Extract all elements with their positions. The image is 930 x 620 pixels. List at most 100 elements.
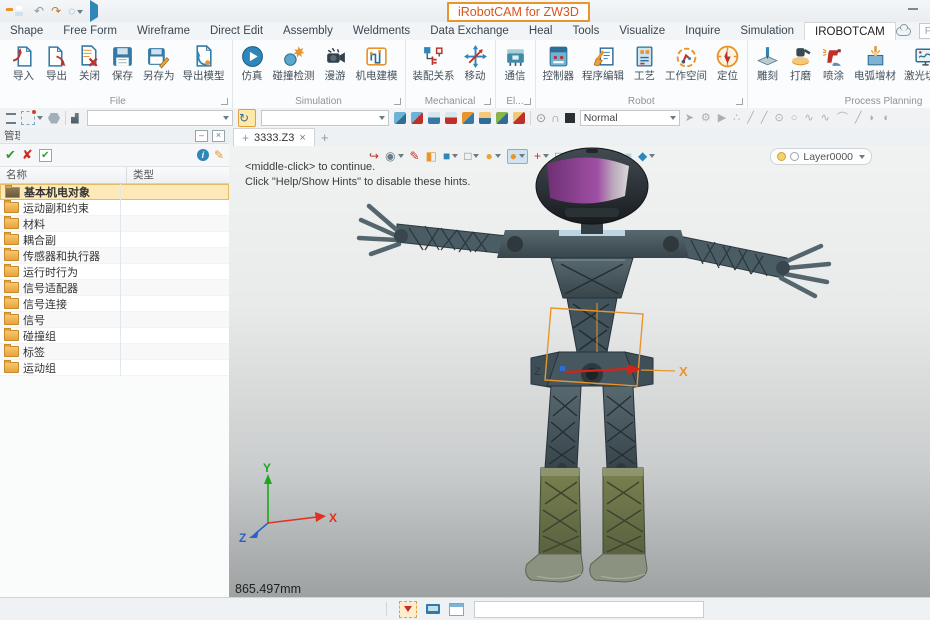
collision-check-button[interactable]: 碰撞检测	[269, 42, 319, 84]
play-tool-icon[interactable]: ▶	[718, 113, 726, 124]
dialog-launcher-icon[interactable]	[484, 98, 491, 105]
gear-tool-icon[interactable]: ⚙	[701, 113, 711, 124]
tree-row[interactable]: 基本机电对象	[0, 184, 229, 200]
save-button[interactable]: 保存	[106, 42, 139, 84]
export-button[interactable]: 导出	[40, 42, 73, 84]
search-input[interactable]	[919, 23, 930, 39]
tree-row[interactable]: 标签	[0, 344, 229, 360]
positioning-button[interactable]: 定位	[711, 42, 744, 84]
panel-close-icon[interactable]: ×	[212, 130, 225, 142]
selection-filter-icon[interactable]: ◌	[68, 4, 83, 18]
menu-tab[interactable]: Data Exchange	[420, 22, 519, 40]
minimize-button[interactable]	[908, 8, 918, 10]
polyline-icon[interactable]: ╱	[761, 113, 768, 124]
tree-row[interactable]: 传感器和执行器	[0, 248, 229, 264]
menu-tab[interactable]: Free Form	[53, 22, 127, 40]
auto-regen-icon[interactable]: ↻	[238, 109, 256, 127]
scope-combobox[interactable]	[261, 110, 389, 126]
circle-center-icon[interactable]: ⊙	[775, 113, 784, 124]
redo-icon[interactable]: ↷	[51, 5, 61, 17]
checkbox-apply-icon[interactable]: ✔	[39, 149, 52, 162]
menu-tab[interactable]: Simulation	[730, 22, 804, 40]
pick-filter-icon[interactable]	[21, 111, 43, 125]
status-input[interactable]	[474, 601, 704, 618]
tree-row[interactable]: 运动副和约束	[0, 200, 229, 216]
tree-row[interactable]: 碰撞组	[0, 328, 229, 344]
dialog-launcher-icon[interactable]	[736, 98, 743, 105]
menu-tab[interactable]: Tools	[562, 22, 609, 40]
new-tab-button[interactable]: +	[321, 130, 329, 146]
tree-row[interactable]: 信号	[0, 312, 229, 328]
filter-toggle-icon[interactable]	[399, 601, 417, 618]
menu-tab[interactable]: Heal	[519, 22, 563, 40]
tree-row[interactable]: 信号连接	[0, 296, 229, 312]
column-header-type[interactable]: 类型	[127, 167, 229, 183]
points-icon[interactable]: ∴	[733, 113, 740, 124]
dialog-launcher-icon[interactable]	[221, 98, 228, 105]
spline-icon[interactable]: ∿	[804, 113, 813, 124]
display-icon[interactable]	[426, 604, 440, 614]
confirm-icon[interactable]: ✔	[5, 147, 16, 163]
curve-icon[interactable]: ∩	[551, 112, 560, 124]
dialog-launcher-icon[interactable]	[524, 98, 531, 105]
tree-row[interactable]: 耦合副	[0, 232, 229, 248]
clipboard-icon[interactable]	[394, 112, 406, 124]
menu-tab[interactable]: Shape	[0, 22, 53, 40]
table-tool-icon[interactable]	[513, 112, 525, 124]
assembly-relation-button[interactable]: 装配关系	[409, 42, 459, 84]
line-icon[interactable]: ╱	[747, 113, 754, 124]
robot-model[interactable]: X Z Y X Z	[229, 146, 930, 598]
visibility-icon[interactable]	[71, 113, 82, 124]
segment-icon[interactable]: ╱	[855, 113, 862, 124]
graphics-area[interactable]: ↪ ◉ ✎ ◧ ■	[229, 146, 930, 598]
workspace-button[interactable]: 工作空间	[661, 42, 711, 84]
close-button[interactable]: 关闭	[73, 42, 106, 84]
record-icon[interactable]: ⊙	[536, 112, 546, 124]
list-filter-icon[interactable]	[6, 113, 16, 124]
menu-tab[interactable]: IROBOTCAM	[804, 22, 896, 40]
arc-icon[interactable]: ⌒	[837, 113, 848, 124]
laser-cut-button[interactable]: 激光切割	[900, 42, 930, 84]
column-header-name[interactable]: 名称	[0, 167, 127, 183]
menu-tab[interactable]: Direct Edit	[200, 22, 273, 40]
tree-row[interactable]: 材料	[0, 216, 229, 232]
simulate-button[interactable]: 仿真	[236, 42, 269, 84]
wave-icon[interactable]: ∿	[821, 113, 830, 124]
tree-row[interactable]: 信号适配器	[0, 280, 229, 296]
communication-button[interactable]: 通信	[499, 42, 532, 84]
polish-button[interactable]: 打磨	[784, 42, 817, 84]
menu-tab[interactable]: Weldments	[343, 22, 420, 40]
engrave-button[interactable]: 雕刻	[751, 42, 784, 84]
cursor-icon[interactable]: ➤	[685, 113, 694, 124]
menu-tab[interactable]: Visualize	[609, 22, 675, 40]
surface-icon[interactable]: ◗	[868, 113, 875, 124]
undo-icon[interactable]: ↶	[34, 5, 44, 17]
layer-tool-icon[interactable]	[496, 112, 508, 124]
play-icon[interactable]	[90, 5, 98, 17]
filter-combobox[interactable]	[87, 110, 233, 126]
edit-icon[interactable]: ✎	[214, 149, 224, 161]
mode-combobox[interactable]: Normal	[580, 110, 680, 126]
move-button[interactable]: 移动	[459, 42, 492, 84]
cloud-icon[interactable]	[896, 27, 911, 36]
arc-additive-button[interactable]: 电弧增材	[850, 42, 900, 84]
tab-close-icon[interactable]: ×	[299, 132, 305, 144]
polygon-pick-icon[interactable]	[48, 113, 60, 124]
circle-icon[interactable]: ○	[791, 113, 798, 124]
import-button[interactable]: 导入	[7, 42, 40, 84]
spray-button[interactable]: 喷涂	[817, 42, 850, 84]
panel-minimize-icon[interactable]: –	[195, 130, 208, 142]
export-model-button[interactable]: 导出模型	[179, 42, 229, 84]
color-swatch[interactable]	[565, 113, 575, 123]
paste-icon[interactable]	[411, 112, 423, 124]
window-mode-icon[interactable]	[449, 603, 464, 616]
info-icon[interactable]	[197, 149, 209, 161]
doc-up-icon[interactable]	[428, 112, 440, 124]
dialog-launcher-icon[interactable]	[394, 98, 401, 105]
mechatronic-modeling-button[interactable]: 机电建模	[352, 42, 402, 84]
doc-down-icon[interactable]	[445, 112, 457, 124]
document-tab[interactable]: + 3333.Z3 ×	[233, 128, 315, 146]
tree-row[interactable]: 运动组	[0, 360, 229, 376]
menu-tab[interactable]: Wireframe	[127, 22, 200, 40]
folder-tool-icon[interactable]	[479, 112, 491, 124]
